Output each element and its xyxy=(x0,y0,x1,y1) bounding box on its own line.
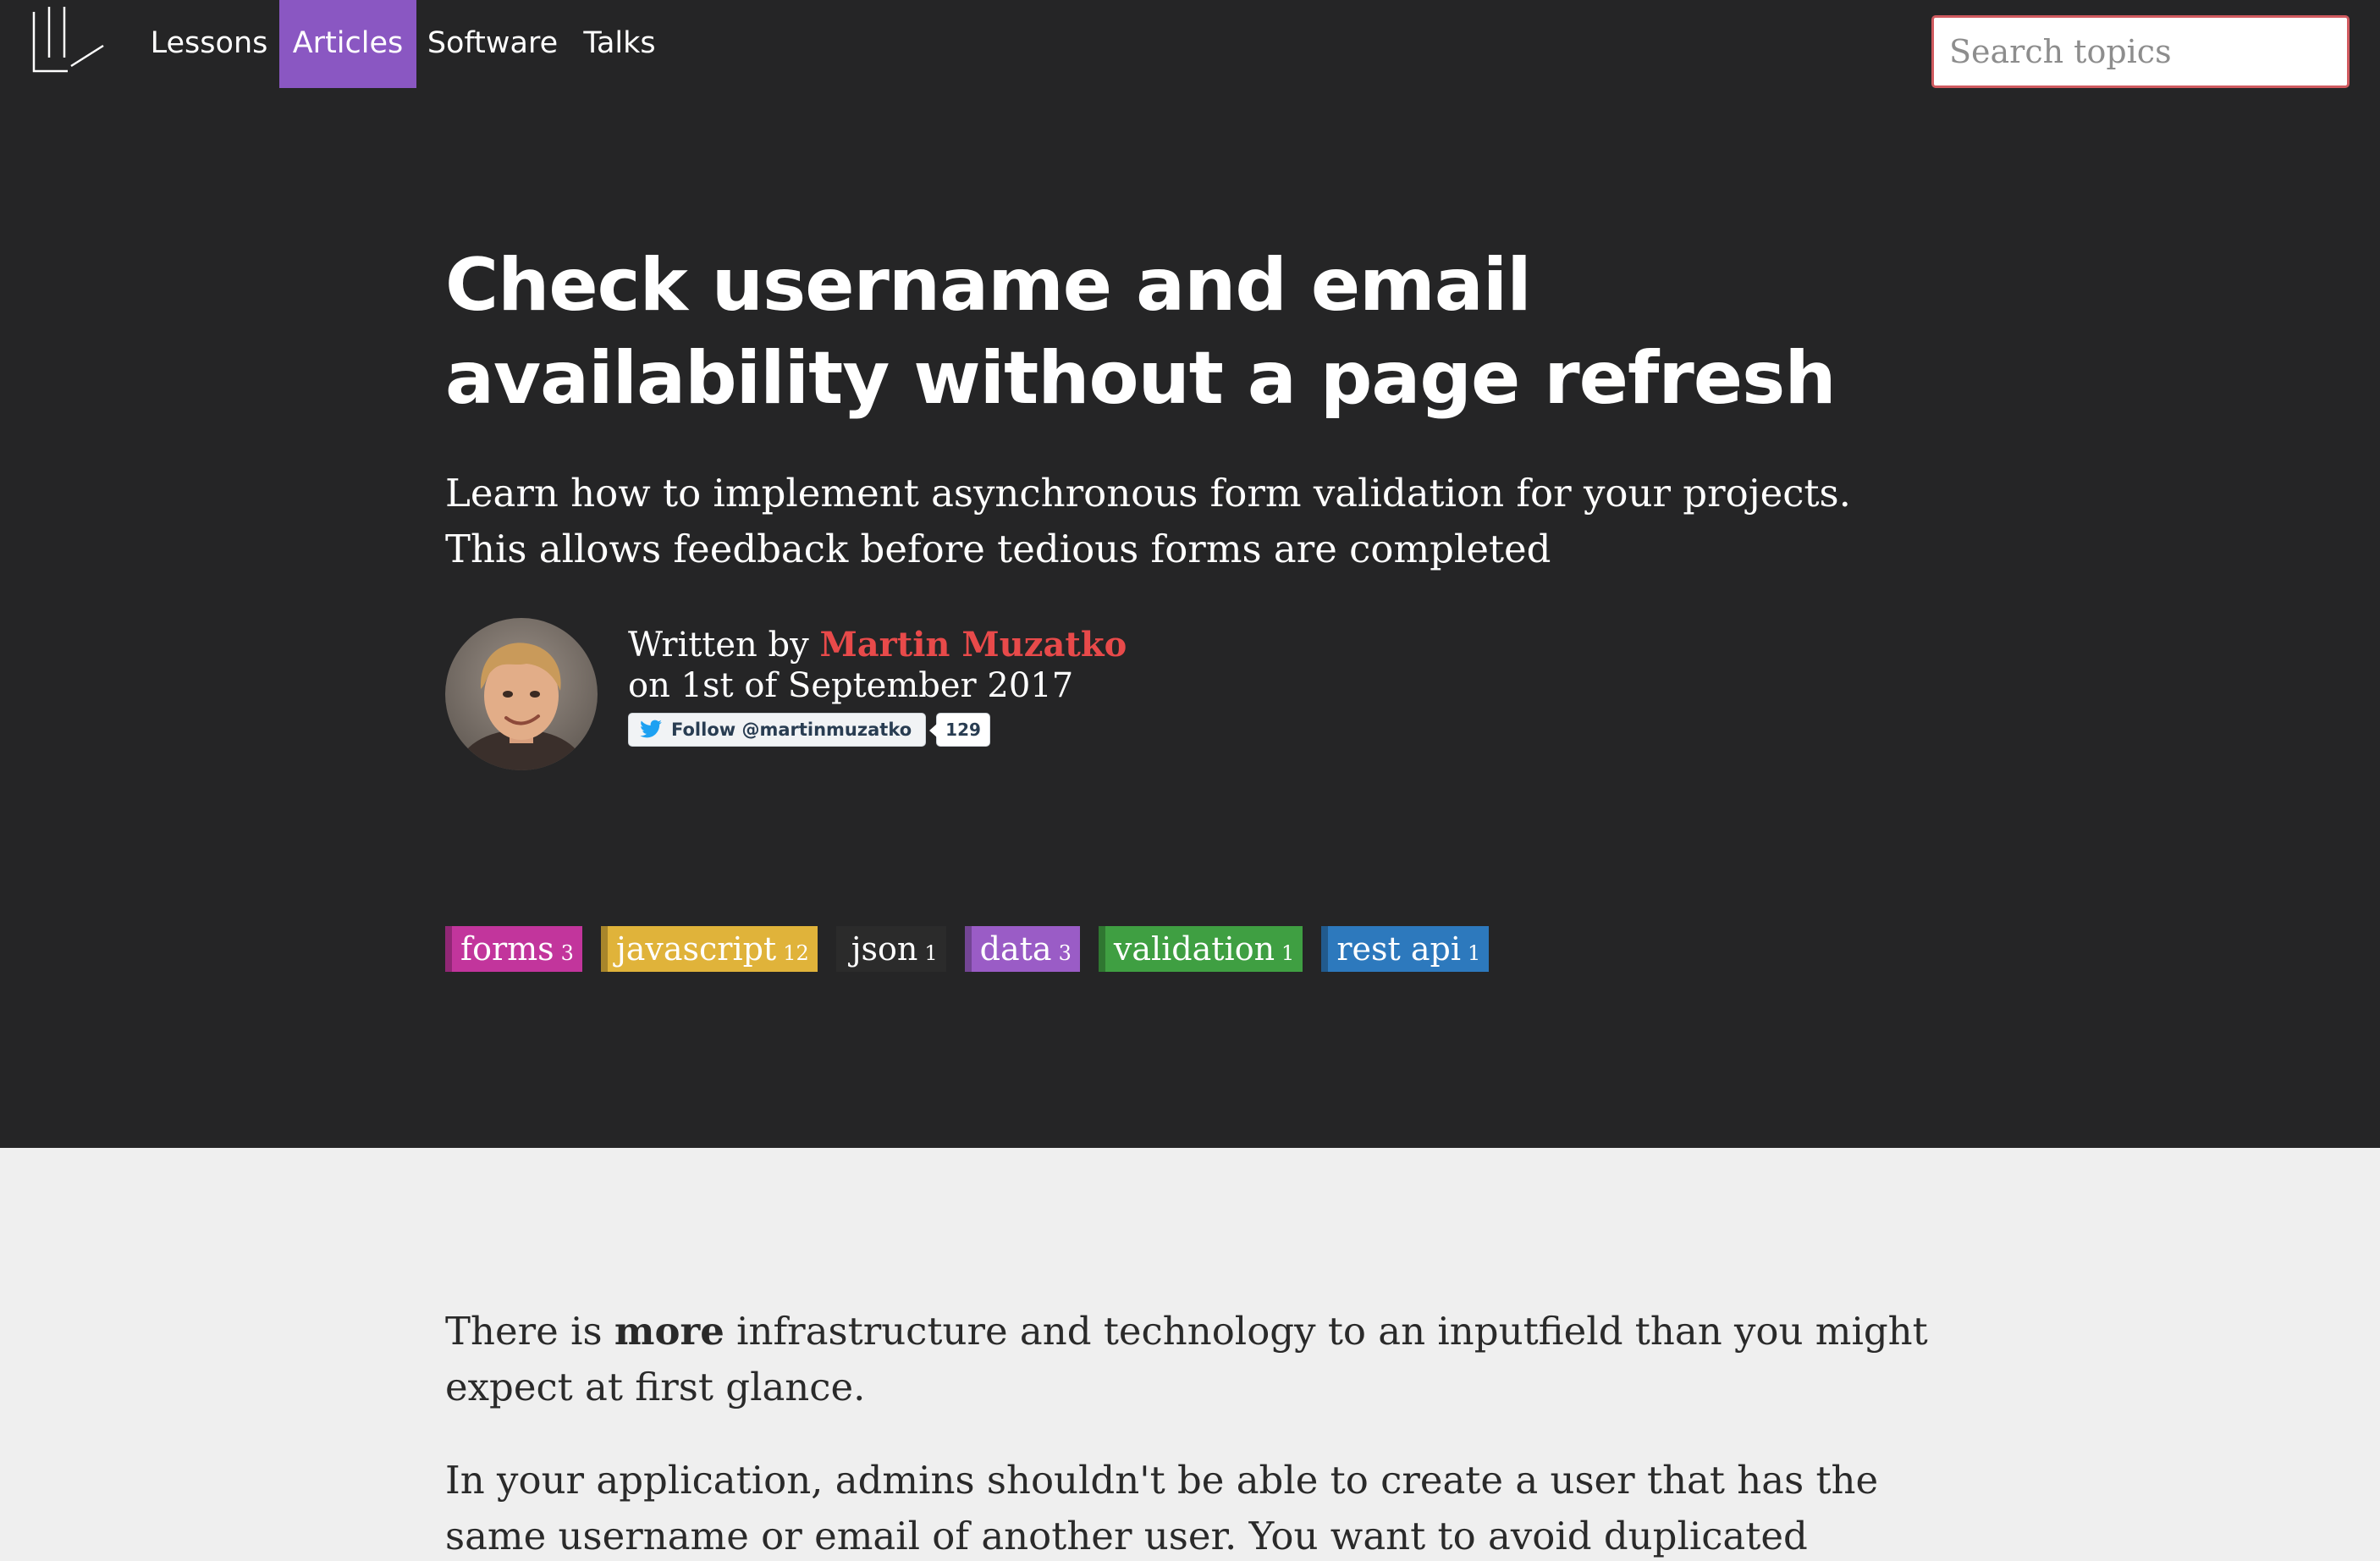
tag-name: validation xyxy=(1113,930,1275,968)
emphasis-text: more xyxy=(614,1309,724,1354)
tag-name: data xyxy=(979,930,1052,968)
tag-data[interactable]: data 3 xyxy=(964,926,1080,972)
twitter-follower-count[interactable]: 129 xyxy=(929,713,990,747)
article-paragraph-2: In your application, admins shouldn't be… xyxy=(445,1458,1879,1558)
tag-count: 12 xyxy=(783,941,809,965)
twitter-follow-button[interactable]: Follow @martinmuzatko xyxy=(628,713,927,747)
nav-item-talks[interactable]: Talks xyxy=(569,0,670,88)
byline: Written by Martin Muzatko on 1st of Sept… xyxy=(628,625,1127,706)
tag-count: 1 xyxy=(1281,941,1295,965)
search-input[interactable] xyxy=(1931,15,2350,88)
nav-item-lessons[interactable]: Lessons xyxy=(146,0,273,88)
paragraph-text: There is xyxy=(445,1309,614,1354)
page: Lessons Articles Software Talks Check us… xyxy=(0,0,2380,1561)
article-title: Check username and email availability wi… xyxy=(445,243,1837,421)
top-navigation: Lessons Articles Software Talks xyxy=(0,0,2380,88)
publish-date: on 1st of September 2017 xyxy=(628,666,1074,705)
article-header: Check username and email availability wi… xyxy=(0,88,2380,1148)
tag-javascript[interactable]: javascript 12 xyxy=(600,926,818,972)
site-logo-icon[interactable] xyxy=(30,5,108,73)
tag-count: 1 xyxy=(1467,941,1481,965)
tag-rest-api[interactable]: rest api 1 xyxy=(1321,926,1490,972)
article-paragraph-1: There is more infrastructure and technol… xyxy=(445,1304,1943,1415)
twitter-follow-widget: Follow @martinmuzatko 129 xyxy=(628,713,990,747)
tag-list: forms 3 javascript 12 json 1 data 3 validati… xyxy=(445,926,1507,972)
nav-item-software[interactable]: Software xyxy=(423,0,562,88)
author-avatar[interactable] xyxy=(445,618,598,770)
tag-count: 3 xyxy=(1058,941,1072,965)
twitter-follow-label: Follow @martinmuzatko xyxy=(671,720,912,740)
tag-count: 3 xyxy=(560,941,574,965)
twitter-bird-icon xyxy=(640,720,662,738)
tag-json[interactable]: json 1 xyxy=(835,926,946,972)
tag-name: javascript xyxy=(615,930,777,968)
tag-name: rest api xyxy=(1336,930,1461,968)
article-subtitle: Learn how to implement asynchronous form… xyxy=(445,471,1851,571)
article-body: There is more infrastructure and technol… xyxy=(0,1148,2380,1561)
tag-validation[interactable]: validation 1 xyxy=(1098,926,1303,972)
tag-name: forms xyxy=(460,930,554,968)
author-link[interactable]: Martin Muzatko xyxy=(819,625,1127,665)
tag-count: 1 xyxy=(924,941,938,965)
nav-item-articles[interactable]: Articles xyxy=(279,0,416,88)
written-by-label: Written by xyxy=(628,626,809,665)
byline-author-line: Written by Martin Muzatko xyxy=(628,625,1127,665)
tag-name: json xyxy=(851,930,918,968)
tag-forms[interactable]: forms 3 xyxy=(445,926,582,972)
